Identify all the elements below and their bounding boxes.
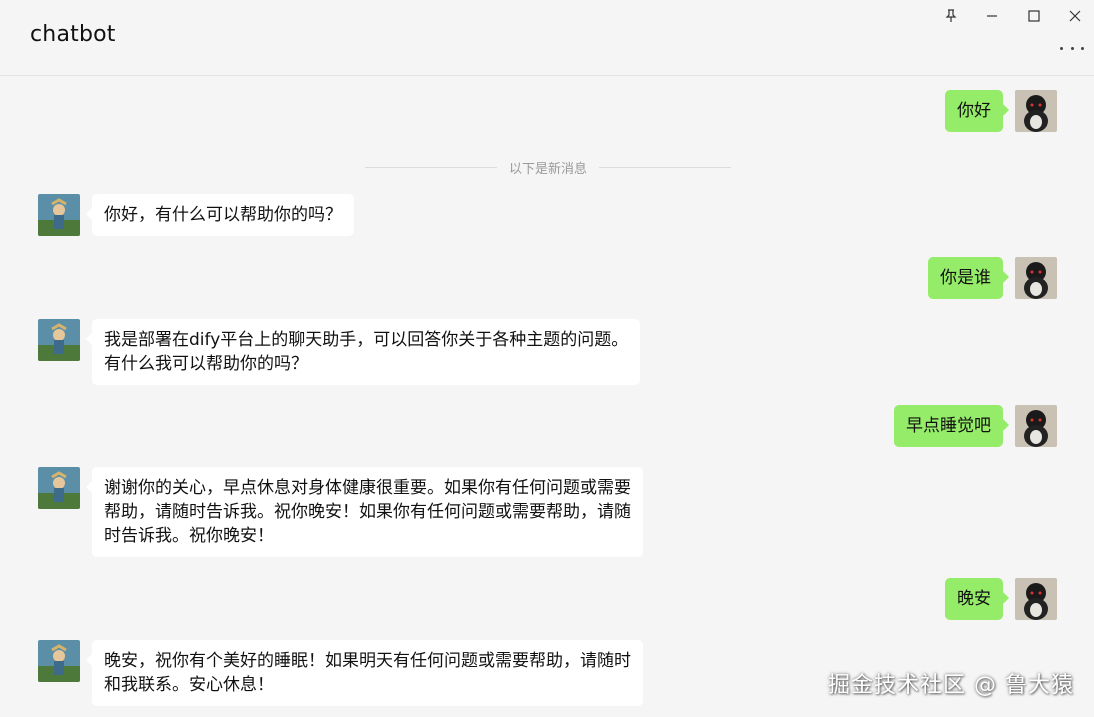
divider-label: 以下是新消息 (509, 161, 588, 177)
bot-avatar[interactable] (38, 319, 80, 361)
maximize-icon[interactable] (1022, 4, 1046, 28)
close-icon[interactable] (1063, 4, 1087, 28)
bot-message: 我是部署在dify平台上的聊天助手，可以回答你关于各种主题的问题。 有什么我可以… (85, 319, 641, 385)
pin-icon[interactable] (939, 4, 963, 28)
chat-area[interactable]: 你好 以下是新消息 你好，有什么可以帮助你的吗？ 你是谁 我是部署在dify平台… (0, 77, 1094, 717)
user-avatar[interactable] (1015, 405, 1057, 447)
title-bar: chatbot (0, 0, 1094, 76)
minimize-icon[interactable] (980, 4, 1004, 28)
user-avatar[interactable] (1015, 257, 1057, 299)
bot-avatar[interactable] (38, 194, 80, 236)
bot-avatar[interactable] (38, 640, 80, 682)
bot-message: 晚安，祝你有个美好的睡眠！如果明天有任何问题或需要帮助，请随时 和我联系。安心休… (86, 640, 643, 706)
user-message: 你是谁 (928, 257, 1009, 299)
user-message: 晚安 (945, 578, 1009, 620)
user-avatar[interactable] (1015, 578, 1057, 620)
bot-message: 你好，有什么可以帮助你的吗？ (86, 194, 354, 236)
watermark: 掘金技术社区 @ 鲁大猿 (828, 673, 1074, 698)
window-title: chatbot (30, 22, 116, 47)
bot-message: 谢谢你的关心，早点休息对身体健康很重要。如果你有任何问题或需要 帮助，请随时告诉… (86, 467, 643, 557)
user-avatar[interactable] (1015, 90, 1057, 132)
new-messages-divider: 以下是新消息 (365, 157, 732, 177)
bot-avatar[interactable] (38, 467, 80, 509)
more-options-icon[interactable] (1060, 40, 1084, 56)
user-message: 早点睡觉吧 (894, 405, 1009, 447)
user-message: 你好 (945, 90, 1009, 132)
